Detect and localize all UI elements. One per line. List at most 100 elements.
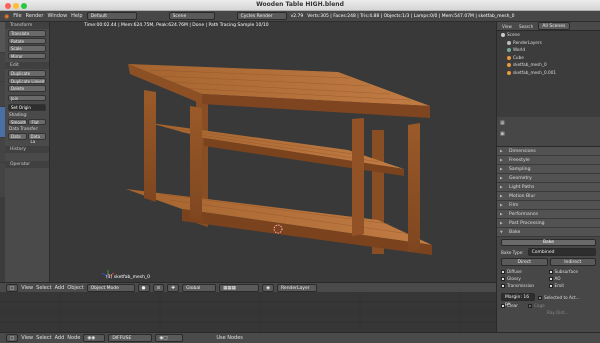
checkbox-label: Cage	[533, 303, 545, 308]
bake-type-label: Bake Type:	[501, 249, 524, 255]
data-layout-button[interactable]: Data La	[27, 133, 46, 144]
properties-editor-icon[interactable]: ▦	[500, 120, 505, 126]
tool-shelf: Transform Translate Rotate Scale Mirror …	[5, 22, 50, 282]
3d-viewport[interactable]	[50, 22, 496, 282]
edit-panel-header[interactable]: Edit	[5, 62, 49, 69]
node-tree-type-icons[interactable]: ◉◉	[83, 334, 106, 342]
pass-dropdown[interactable]: DIFFUSE	[108, 334, 153, 342]
bake-type-dropdown[interactable]: Combined	[527, 248, 596, 256]
world-icon	[507, 48, 511, 52]
duplicate-linked-button[interactable]: Duplicate Linked	[8, 77, 46, 84]
clear-checkbox[interactable]: Clear	[501, 303, 518, 308]
menu-object[interactable]: Object	[67, 285, 83, 291]
set-origin-dropdown[interactable]: Set Origin	[8, 104, 46, 111]
selected-to-active-checkbox[interactable]: Selected to Act...	[538, 295, 580, 300]
panel-bake[interactable]: Bake	[497, 228, 600, 237]
editor-type-icon-bottom[interactable]: □	[6, 334, 19, 342]
translate-button[interactable]: Translate	[8, 30, 46, 37]
menu-render[interactable]: Render	[26, 13, 44, 19]
emit-checkbox[interactable]: Emit	[548, 282, 597, 289]
outliner-item-scene[interactable]: Scene	[497, 31, 600, 39]
outliner-item-mesh-0[interactable]: sketfab_mesh_0	[497, 61, 600, 69]
menu-view-bottom[interactable]: View	[21, 335, 33, 341]
render-engine-dropdown[interactable]: Cycles Render	[236, 12, 287, 20]
panel-dimensions[interactable]: Dimensions	[497, 147, 600, 156]
outliner-tab-search[interactable]: Search	[517, 24, 535, 29]
pivot-icon[interactable]: ⊙	[152, 283, 165, 292]
lock-icon[interactable]: ◉	[262, 283, 274, 292]
transmission-checkbox[interactable]: Transmission	[501, 282, 549, 289]
layers-grid[interactable]: ▦▦▦	[219, 283, 260, 292]
orientation-dropdown[interactable]: Global	[182, 283, 217, 292]
menu-file[interactable]: File	[13, 13, 21, 19]
blender-logo-icon[interactable]: ◉	[4, 13, 9, 20]
menu-window[interactable]: Window	[47, 13, 67, 19]
margin-label: Margin:	[505, 295, 522, 300]
scene-icon	[501, 33, 505, 37]
outliner-item-mesh-0-001[interactable]: sketfab_mesh_0.001	[497, 69, 600, 77]
mode-dropdown[interactable]: Object Mode	[86, 283, 135, 292]
outliner-label: RenderLayers	[513, 39, 542, 45]
menu-view[interactable]: View	[21, 285, 33, 291]
scale-button[interactable]: Scale	[8, 45, 46, 52]
smooth-button[interactable]: Smooth	[8, 118, 28, 125]
subsurface-checkbox[interactable]: Subsurface	[548, 268, 597, 275]
panel-post-processing[interactable]: Post Processing	[497, 219, 600, 228]
render-layer-dropdown[interactable]: RenderLayer	[277, 283, 317, 292]
menu-add-bottom[interactable]: Add	[55, 335, 65, 341]
outliner-label: Scene	[507, 32, 520, 37]
3d-view-header: □ View Select Add Object Object Mode ● ⊙…	[0, 282, 496, 292]
editor-type-icon[interactable]: □	[6, 283, 19, 292]
data-button[interactable]: Data	[8, 133, 27, 140]
menu-select[interactable]: Select	[36, 285, 51, 291]
panel-light-paths[interactable]: Light Paths	[497, 183, 600, 192]
menu-node[interactable]: Node	[67, 335, 80, 341]
cage-checkbox[interactable]: Cage	[527, 303, 545, 308]
outliner-item-world[interactable]: World	[497, 46, 600, 54]
duplicate-button[interactable]: Duplicate	[8, 70, 46, 77]
diffuse-checkbox[interactable]: Diffuse	[501, 268, 549, 275]
menu-select-bottom[interactable]: Select	[36, 335, 51, 341]
render-context-icon[interactable]: ▣	[500, 131, 505, 137]
panel-motion-blur[interactable]: Motion Blur	[497, 192, 600, 201]
shading-mode-icon[interactable]: ●	[137, 283, 150, 292]
menu-add[interactable]: Add	[55, 285, 65, 291]
node-grid	[0, 292, 496, 332]
view-icons[interactable]: ◉□	[155, 334, 184, 342]
checkbox-label: Selected to Act...	[544, 294, 580, 300]
glossy-checkbox[interactable]: Glossy	[501, 275, 549, 282]
manipulator-icon[interactable]: ✚	[167, 283, 180, 292]
checkbox-label: Emit	[554, 283, 565, 288]
outliner-display-mode[interactable]: All Scenes	[538, 22, 571, 30]
checkbox-label: Transmission	[507, 283, 535, 288]
bake-button[interactable]: Bake	[501, 239, 596, 246]
panel-performance[interactable]: Performance	[497, 210, 600, 219]
history-panel-header[interactable]: History	[5, 145, 49, 153]
node-editor-area[interactable]	[0, 292, 496, 332]
panel-film[interactable]: Film	[497, 201, 600, 210]
margin-field[interactable]: Margin: 16 px	[501, 293, 535, 307]
outliner-tab-view[interactable]: View	[500, 24, 514, 29]
outliner-label: World	[513, 47, 526, 52]
transform-panel-header[interactable]: Transform	[5, 22, 49, 29]
outliner-item-renderlayers[interactable]: RenderLayers	[497, 39, 600, 47]
outliner-item-cube[interactable]: Cube	[497, 54, 600, 62]
panel-sampling[interactable]: Sampling	[497, 165, 600, 174]
ray-distance-field[interactable]: Ray Dist...	[547, 310, 596, 315]
ao-checkbox[interactable]: AO	[548, 275, 597, 282]
menu-help[interactable]: Help	[71, 13, 82, 19]
screen-layout-dropdown[interactable]: Default	[86, 12, 137, 20]
scene-dropdown[interactable]: Scene	[168, 12, 215, 20]
rotate-button[interactable]: Rotate	[8, 37, 46, 44]
join-button[interactable]: Join	[8, 94, 46, 101]
panel-geometry[interactable]: Geometry	[497, 174, 600, 183]
flat-button[interactable]: Flat	[28, 118, 46, 125]
mirror-button[interactable]: Mirror	[8, 52, 46, 59]
object-icon	[507, 70, 511, 75]
panel-freestyle[interactable]: Freestyle	[497, 156, 600, 165]
operator-panel-header[interactable]: Operator	[5, 160, 49, 168]
outliner-label: Cube	[513, 54, 524, 60]
delete-button[interactable]: Delete	[8, 85, 46, 92]
active-object-label: (1) sketfab_mesh_0	[106, 275, 151, 280]
use-nodes-checkbox[interactable]: Use Nodes	[216, 335, 243, 341]
